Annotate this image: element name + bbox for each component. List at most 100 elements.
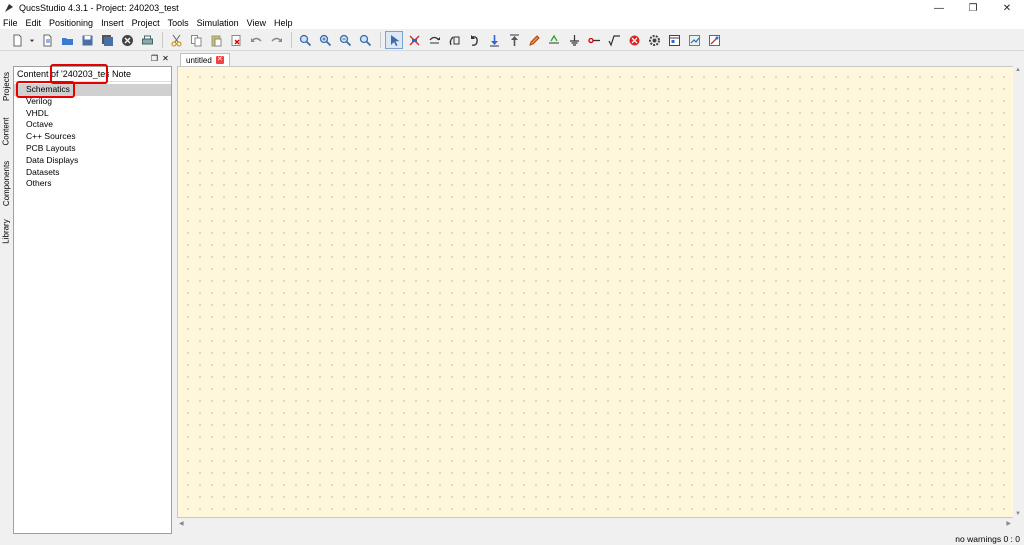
close-document-button[interactable] bbox=[118, 31, 136, 49]
content-dock: ❐ ✕ Content of '240203_test' Note Schema… bbox=[13, 52, 172, 534]
scroll-right-icon[interactable]: ▶ bbox=[1006, 520, 1011, 527]
save-icon bbox=[82, 35, 92, 45]
tree-item-pcb-layouts[interactable]: PCB Layouts bbox=[14, 143, 171, 155]
menu-simulation[interactable]: Simulation bbox=[197, 18, 239, 28]
menu-edit[interactable]: Edit bbox=[26, 18, 42, 28]
insert-ground-button[interactable] bbox=[565, 31, 583, 49]
tree-item-octave[interactable]: Octave bbox=[14, 119, 171, 131]
insert-equation-button[interactable] bbox=[605, 31, 623, 49]
close-button[interactable]: ✕ bbox=[990, 0, 1024, 16]
insert-label-button[interactable] bbox=[545, 31, 563, 49]
tab-content[interactable]: Content bbox=[0, 112, 13, 150]
tab-close-icon[interactable]: ✕ bbox=[215, 56, 224, 64]
tab-library[interactable]: Library bbox=[0, 215, 13, 247]
zoom-fit-button[interactable] bbox=[296, 31, 314, 49]
dock-close-button[interactable]: ✕ bbox=[161, 54, 170, 63]
minimize-button[interactable]: — bbox=[922, 0, 956, 16]
undo-icon bbox=[250, 37, 262, 42]
redo-icon bbox=[270, 37, 282, 42]
menu-positioning[interactable]: Positioning bbox=[49, 18, 93, 28]
simulate-icon bbox=[629, 35, 639, 45]
app-logo-icon bbox=[5, 4, 13, 12]
scroll-down-icon[interactable]: ▼ bbox=[1015, 511, 1021, 517]
redo-button[interactable] bbox=[267, 31, 285, 49]
status-bar: no warnings 0 : 0 bbox=[0, 533, 1024, 545]
save-all-icon bbox=[101, 34, 113, 46]
rotate-button[interactable] bbox=[465, 31, 483, 49]
menu-help[interactable]: Help bbox=[274, 18, 293, 28]
new-document-button[interactable] bbox=[8, 31, 26, 49]
menu-project[interactable]: Project bbox=[132, 18, 160, 28]
tune-button[interactable] bbox=[705, 31, 723, 49]
paste-button[interactable] bbox=[207, 31, 225, 49]
column-note[interactable]: Note bbox=[112, 69, 131, 79]
zoom-one-button[interactable] bbox=[356, 31, 374, 49]
dock-float-button[interactable]: ❐ bbox=[150, 54, 159, 63]
scroll-up-icon[interactable]: ▲ bbox=[1015, 67, 1021, 73]
port-icon bbox=[587, 37, 600, 43]
menu-insert[interactable]: Insert bbox=[101, 18, 124, 28]
select-button[interactable] bbox=[385, 31, 403, 49]
display-button[interactable] bbox=[665, 31, 683, 49]
content-tree: Content of '240203_test' Note Schematics… bbox=[13, 66, 172, 534]
simulate-button[interactable] bbox=[625, 31, 643, 49]
zoom-in-button[interactable] bbox=[316, 31, 334, 49]
scroll-left-icon[interactable]: ◀ bbox=[179, 520, 184, 527]
insert-wire-button[interactable] bbox=[525, 31, 543, 49]
show-data-button[interactable] bbox=[685, 31, 703, 49]
menu-file[interactable]: File bbox=[3, 18, 18, 28]
equation-icon bbox=[607, 34, 620, 47]
window-title: QucsStudio 4.3.1 - Project: 240203_test bbox=[19, 3, 179, 13]
cut-button[interactable] bbox=[167, 31, 185, 49]
deactivate-button[interactable] bbox=[405, 31, 423, 49]
toolbar-separator bbox=[291, 32, 292, 48]
save-button[interactable] bbox=[78, 31, 96, 49]
tab-projects[interactable]: Projects bbox=[0, 68, 13, 104]
tab-components[interactable]: Components bbox=[0, 158, 13, 208]
tree-item-data-displays[interactable]: Data Displays bbox=[14, 155, 171, 167]
zoom-out-button[interactable] bbox=[336, 31, 354, 49]
settings-button[interactable] bbox=[645, 31, 663, 49]
tuning-icon bbox=[708, 34, 720, 46]
copy-button[interactable] bbox=[187, 31, 205, 49]
menu-tools[interactable]: Tools bbox=[168, 18, 189, 28]
close-circle-icon bbox=[121, 34, 133, 46]
maximize-button[interactable]: ❐ bbox=[956, 0, 990, 16]
print-button[interactable] bbox=[138, 31, 156, 49]
undo-button[interactable] bbox=[247, 31, 265, 49]
menu-view[interactable]: View bbox=[247, 18, 266, 28]
tree-item-vhdl[interactable]: VHDL bbox=[14, 108, 171, 120]
tab-untitled[interactable]: untitled ✕ bbox=[180, 53, 230, 66]
delete-button[interactable] bbox=[227, 31, 245, 49]
save-all-button[interactable] bbox=[98, 31, 116, 49]
label-icon bbox=[548, 34, 559, 43]
deactivate-icon bbox=[408, 34, 420, 46]
tree-item-others[interactable]: Others bbox=[14, 178, 171, 190]
zoom-in-icon bbox=[319, 34, 331, 46]
schematic-canvas[interactable] bbox=[177, 66, 1019, 518]
mirror-x-button[interactable] bbox=[425, 31, 443, 49]
arrow-up-icon bbox=[509, 34, 519, 46]
folder-open-icon bbox=[61, 37, 73, 45]
arrow-down-icon bbox=[489, 34, 499, 46]
document-tab-bar: untitled ✕ bbox=[177, 52, 1024, 66]
tree-item-datasets[interactable]: Datasets bbox=[14, 167, 171, 179]
status-text: no warnings 0 : 0 bbox=[955, 534, 1020, 544]
side-tab-bar: Projects Content Components Library bbox=[0, 60, 13, 260]
mirror-y-button[interactable] bbox=[445, 31, 463, 49]
cursor-arrow-icon bbox=[390, 34, 399, 46]
highlight-schematics bbox=[16, 81, 75, 98]
new-text-button[interactable] bbox=[38, 31, 56, 49]
pop-out-button[interactable] bbox=[505, 31, 523, 49]
go-into-button[interactable] bbox=[485, 31, 503, 49]
vertical-scrollbar[interactable]: ▲ ▼ bbox=[1013, 66, 1023, 518]
horizontal-scrollbar[interactable]: ◀ ▶ bbox=[177, 518, 1013, 528]
insert-port-button[interactable] bbox=[585, 31, 603, 49]
open-button[interactable] bbox=[58, 31, 76, 49]
new-dropdown-button[interactable] bbox=[28, 31, 36, 49]
rotate-icon bbox=[470, 34, 478, 46]
tree-item-cpp-sources[interactable]: C++ Sources bbox=[14, 131, 171, 143]
new-text-icon bbox=[43, 34, 51, 46]
delete-icon bbox=[231, 34, 240, 46]
zoom-actual-icon bbox=[359, 34, 371, 46]
